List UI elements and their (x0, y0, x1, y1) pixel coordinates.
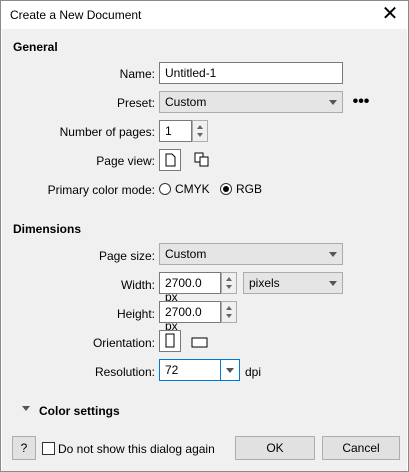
page-size-label: Page size: (98, 249, 155, 263)
color-settings-toggle[interactable]: Color settings (39, 404, 120, 418)
portrait-icon (165, 333, 175, 348)
resolution-dropdown[interactable] (220, 359, 240, 381)
resolution-input[interactable]: 72 (159, 359, 221, 381)
preset-label: Preset: (116, 96, 155, 110)
ok-button[interactable]: OK (235, 436, 315, 460)
dialog-body: General Name: Untitled-1 Preset: Custom … (2, 29, 407, 471)
cmyk-label: CMYK (175, 182, 210, 196)
width-label: Width: (120, 278, 155, 292)
pages-label: Number of pages: (59, 125, 155, 139)
dont-show-checkbox[interactable] (42, 442, 55, 455)
landscape-button[interactable] (189, 330, 211, 352)
landscape-icon (191, 337, 208, 348)
more-dots-icon[interactable]: ••• (350, 91, 372, 113)
spin-down-icon[interactable] (226, 314, 232, 318)
rgb-radio[interactable] (220, 183, 232, 195)
close-icon[interactable]: ✕ (378, 3, 402, 25)
multi-page-view-button[interactable] (191, 149, 213, 171)
units-select[interactable]: pixels (243, 272, 343, 294)
single-page-view-button[interactable] (159, 149, 181, 171)
units-value: pixels (249, 276, 280, 290)
color-mode-label: Primary color mode: (47, 183, 155, 197)
rgb-label: RGB (236, 182, 263, 196)
help-button[interactable]: ? (12, 436, 36, 460)
title-bar: Create a New Document ✕ (1, 1, 408, 29)
orientation-label: Orientation: (92, 336, 155, 350)
multi-page-icon (194, 152, 209, 167)
chevron-down-icon (329, 281, 337, 286)
page-view-label: Page view: (96, 154, 155, 168)
page-size-select[interactable]: Custom (159, 243, 343, 265)
resolution-unit: dpi (245, 365, 262, 379)
page-size-value: Custom (165, 247, 207, 261)
chevron-down-icon (329, 100, 337, 105)
cmyk-radio[interactable] (159, 183, 171, 195)
spin-up-icon[interactable] (226, 306, 232, 310)
chevron-down-icon (226, 368, 234, 373)
dimensions-heading: Dimensions (13, 222, 82, 236)
spin-up-icon[interactable] (226, 277, 232, 281)
expand-arrow-icon[interactable] (22, 406, 30, 411)
portrait-button[interactable] (159, 330, 181, 352)
name-input[interactable]: Untitled-1 (159, 62, 343, 84)
pages-stepper[interactable] (192, 120, 208, 142)
dialog-title: Create a New Document (10, 8, 142, 22)
width-input[interactable]: 2700.0 px (159, 272, 221, 304)
chevron-down-icon (329, 252, 337, 257)
preset-select[interactable]: Custom (159, 91, 343, 113)
spin-up-icon[interactable] (197, 125, 203, 129)
spin-down-icon[interactable] (197, 133, 203, 137)
single-page-icon (165, 153, 176, 167)
pages-input[interactable]: 1 (159, 120, 192, 142)
height-stepper[interactable] (221, 301, 237, 323)
general-heading: General (13, 40, 58, 54)
cancel-button[interactable]: Cancel (322, 436, 400, 460)
resolution-label: Resolution: (94, 365, 155, 379)
new-document-dialog: Create a New Document ✕ General Name: Un… (0, 0, 409, 472)
spin-down-icon[interactable] (226, 285, 232, 289)
width-stepper[interactable] (221, 272, 237, 294)
height-label: Height: (116, 307, 155, 321)
name-label: Name: (119, 67, 155, 81)
height-input[interactable]: 2700.0 px (159, 301, 221, 333)
preset-value: Custom (165, 95, 207, 109)
dont-show-label: Do not show this dialog again (58, 442, 215, 456)
